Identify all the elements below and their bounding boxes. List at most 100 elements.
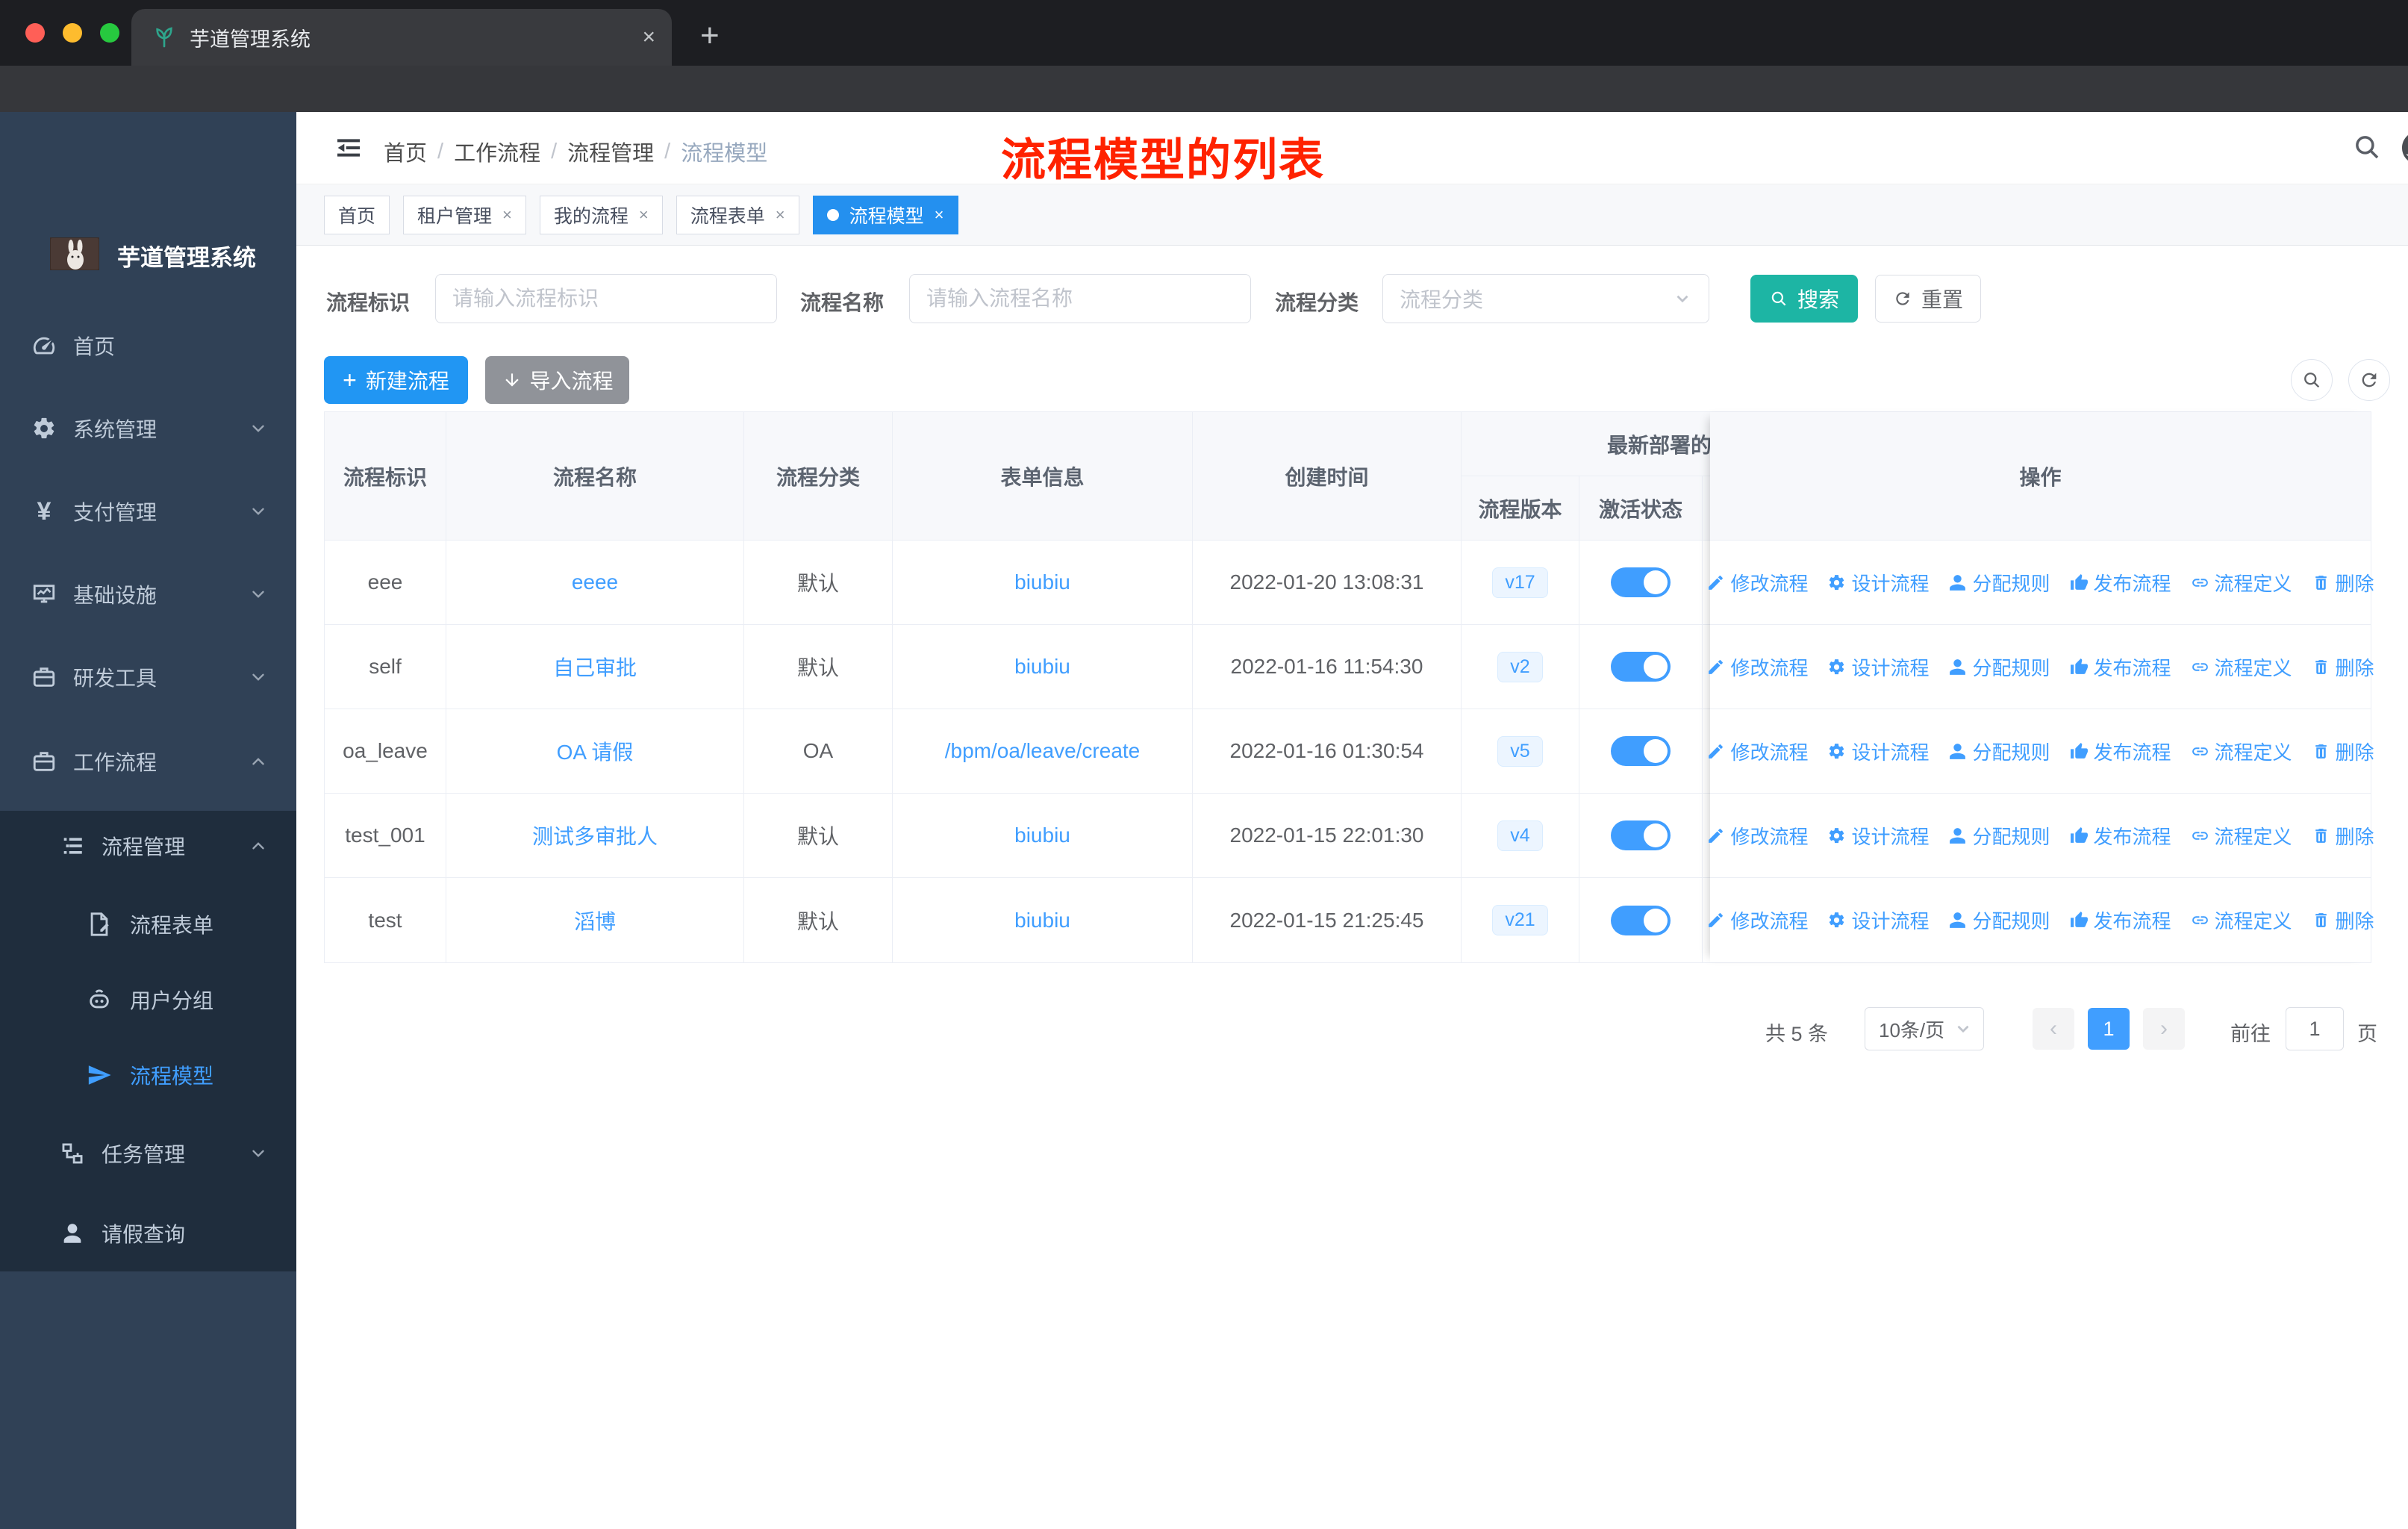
cell-process-name-link[interactable]: OA 请假 (446, 709, 744, 793)
tag-process-form[interactable]: 流程表单 × (676, 195, 799, 234)
github-icon[interactable] (2402, 131, 2408, 164)
gear-icon (1827, 911, 1846, 929)
action-assign-rules[interactable]: 分配规则 (1948, 569, 2050, 597)
active-toggle[interactable] (1611, 567, 1671, 597)
action-edit-process[interactable]: 修改流程 (1706, 822, 1808, 850)
window-minimize-button[interactable] (63, 23, 82, 43)
tab-close-icon[interactable]: × (642, 26, 655, 49)
cell-form-link[interactable]: biubiu (893, 625, 1193, 709)
tag-my-process[interactable]: 我的流程 × (539, 195, 663, 234)
reset-button[interactable]: 重置 (1875, 275, 1981, 323)
cell-form-link[interactable]: biubiu (893, 541, 1193, 624)
filter-category-select[interactable]: 流程分类 (1382, 274, 1709, 323)
breadcrumb-separator: / (437, 139, 444, 164)
action-process-definition[interactable]: 流程定义 (2191, 569, 2292, 597)
tag-home[interactable]: 首页 (324, 195, 390, 234)
action-assign-rules[interactable]: 分配规则 (1948, 822, 2050, 850)
pencil-icon (1706, 911, 1725, 929)
action-publish-process[interactable]: 发布流程 (2070, 569, 2171, 597)
window-zoom-button[interactable] (100, 23, 119, 43)
action-delete[interactable]: 删除 (2312, 653, 2374, 681)
sidebar-item-process-management[interactable]: 流程管理 (0, 807, 296, 885)
sidebar-collapse-icon[interactable] (334, 133, 364, 163)
toggle-search-panel-button[interactable] (2291, 359, 2333, 401)
row-actions: 修改流程 设计流程 分配规则 发布流程 流程定义 删除 (1710, 541, 2374, 625)
action-process-definition[interactable]: 流程定义 (2191, 822, 2292, 850)
refresh-table-button[interactable] (2348, 359, 2390, 401)
browser-tab[interactable]: 芋道管理系统 × (131, 9, 672, 66)
active-toggle[interactable] (1611, 652, 1671, 682)
action-assign-rules[interactable]: 分配规则 (1948, 653, 2050, 681)
action-assign-rules[interactable]: 分配规则 (1948, 906, 2050, 934)
tag-close-icon[interactable]: × (935, 205, 944, 225)
search-icon[interactable] (2351, 131, 2383, 163)
action-publish-process[interactable]: 发布流程 (2070, 738, 2171, 765)
cell-process-name-link[interactable]: 滔博 (446, 878, 744, 962)
sidebar-item-user-group[interactable]: 用户分组 (0, 961, 296, 1038)
breadcrumb-item[interactable]: 首页 (384, 136, 427, 167)
action-delete[interactable]: 删除 (2312, 906, 2374, 934)
sidebar-item-devtools[interactable]: 研发工具 (0, 638, 296, 716)
action-edit-process[interactable]: 修改流程 (1706, 653, 1808, 681)
page-number-1[interactable]: 1 (2088, 1008, 2130, 1050)
cell-process-name-link[interactable]: eeee (446, 541, 744, 624)
cell-created-time: 2022-01-16 01:30:54 (1193, 709, 1462, 793)
breadcrumb-item[interactable]: 流程管理 (567, 136, 654, 167)
breadcrumb-item[interactable]: 工作流程 (454, 136, 540, 167)
action-process-definition[interactable]: 流程定义 (2191, 906, 2292, 934)
action-design-process[interactable]: 设计流程 (1827, 738, 1929, 765)
col-header-active: 激活状态 (1579, 476, 1703, 541)
cell-process-name-link[interactable]: 测试多审批人 (446, 794, 744, 877)
tag-close-icon[interactable]: × (502, 205, 512, 225)
breadcrumb-separator: / (551, 139, 558, 164)
prev-page-button[interactable]: ‹ (2033, 1008, 2074, 1050)
filter-id-input[interactable] (435, 274, 777, 323)
active-toggle[interactable] (1611, 820, 1671, 850)
trash-icon (2312, 573, 2330, 592)
sidebar-item-process-form[interactable]: 流程表单 (0, 885, 296, 963)
filter-name-input[interactable] (909, 274, 1251, 323)
sidebar-item-process-model[interactable]: 流程模型 (0, 1036, 296, 1114)
sidebar-item-leave-query[interactable]: 请假查询 (0, 1195, 296, 1272)
window-close-button[interactable] (25, 23, 45, 43)
action-design-process[interactable]: 设计流程 (1827, 569, 1929, 597)
page-size-select[interactable]: 10条/页 (1865, 1007, 1984, 1050)
tag-close-icon[interactable]: × (776, 205, 785, 225)
action-design-process[interactable]: 设计流程 (1827, 822, 1929, 850)
sidebar-item-task-management[interactable]: 任务管理 (0, 1115, 296, 1192)
action-process-definition[interactable]: 流程定义 (2191, 653, 2292, 681)
active-toggle[interactable] (1611, 905, 1671, 935)
action-delete[interactable]: 删除 (2312, 822, 2374, 850)
action-design-process[interactable]: 设计流程 (1827, 653, 1929, 681)
search-button[interactable]: 搜索 (1750, 275, 1858, 323)
create-process-button[interactable]: + 新建流程 (324, 356, 468, 404)
cell-process-name-link[interactable]: 自己审批 (446, 625, 744, 709)
cell-form-link[interactable]: biubiu (893, 794, 1193, 877)
action-publish-process[interactable]: 发布流程 (2070, 822, 2171, 850)
sidebar-item-home[interactable]: 首页 (0, 307, 296, 384)
action-publish-process[interactable]: 发布流程 (2070, 906, 2171, 934)
action-edit-process[interactable]: 修改流程 (1706, 569, 1808, 597)
goto-page-input[interactable] (2286, 1007, 2344, 1050)
next-page-button[interactable]: › (2143, 1008, 2185, 1050)
sidebar-item-workflow[interactable]: 工作流程 (0, 723, 296, 800)
sidebar-item-payment[interactable]: ¥ 支付管理 (0, 473, 296, 550)
sidebar-item-system[interactable]: 系统管理 (0, 390, 296, 467)
new-tab-button[interactable]: + (700, 15, 720, 57)
cell-form-link[interactable]: biubiu (893, 878, 1193, 962)
tag-close-icon[interactable]: × (639, 205, 649, 225)
sidebar-item-infrastructure[interactable]: 基础设施 (0, 555, 296, 633)
action-design-process[interactable]: 设计流程 (1827, 906, 1929, 934)
action-edit-process[interactable]: 修改流程 (1706, 738, 1808, 765)
cell-form-link[interactable]: /bpm/oa/leave/create (893, 709, 1193, 793)
import-process-button[interactable]: 导入流程 (485, 356, 629, 404)
tag-process-model[interactable]: 流程模型 × (812, 195, 958, 234)
action-process-definition[interactable]: 流程定义 (2191, 738, 2292, 765)
action-assign-rules[interactable]: 分配规则 (1948, 738, 2050, 765)
tag-tenant[interactable]: 租户管理 × (403, 195, 526, 234)
action-publish-process[interactable]: 发布流程 (2070, 653, 2171, 681)
action-delete[interactable]: 删除 (2312, 738, 2374, 765)
action-edit-process[interactable]: 修改流程 (1706, 906, 1808, 934)
action-delete[interactable]: 删除 (2312, 569, 2374, 597)
active-toggle[interactable] (1611, 736, 1671, 766)
